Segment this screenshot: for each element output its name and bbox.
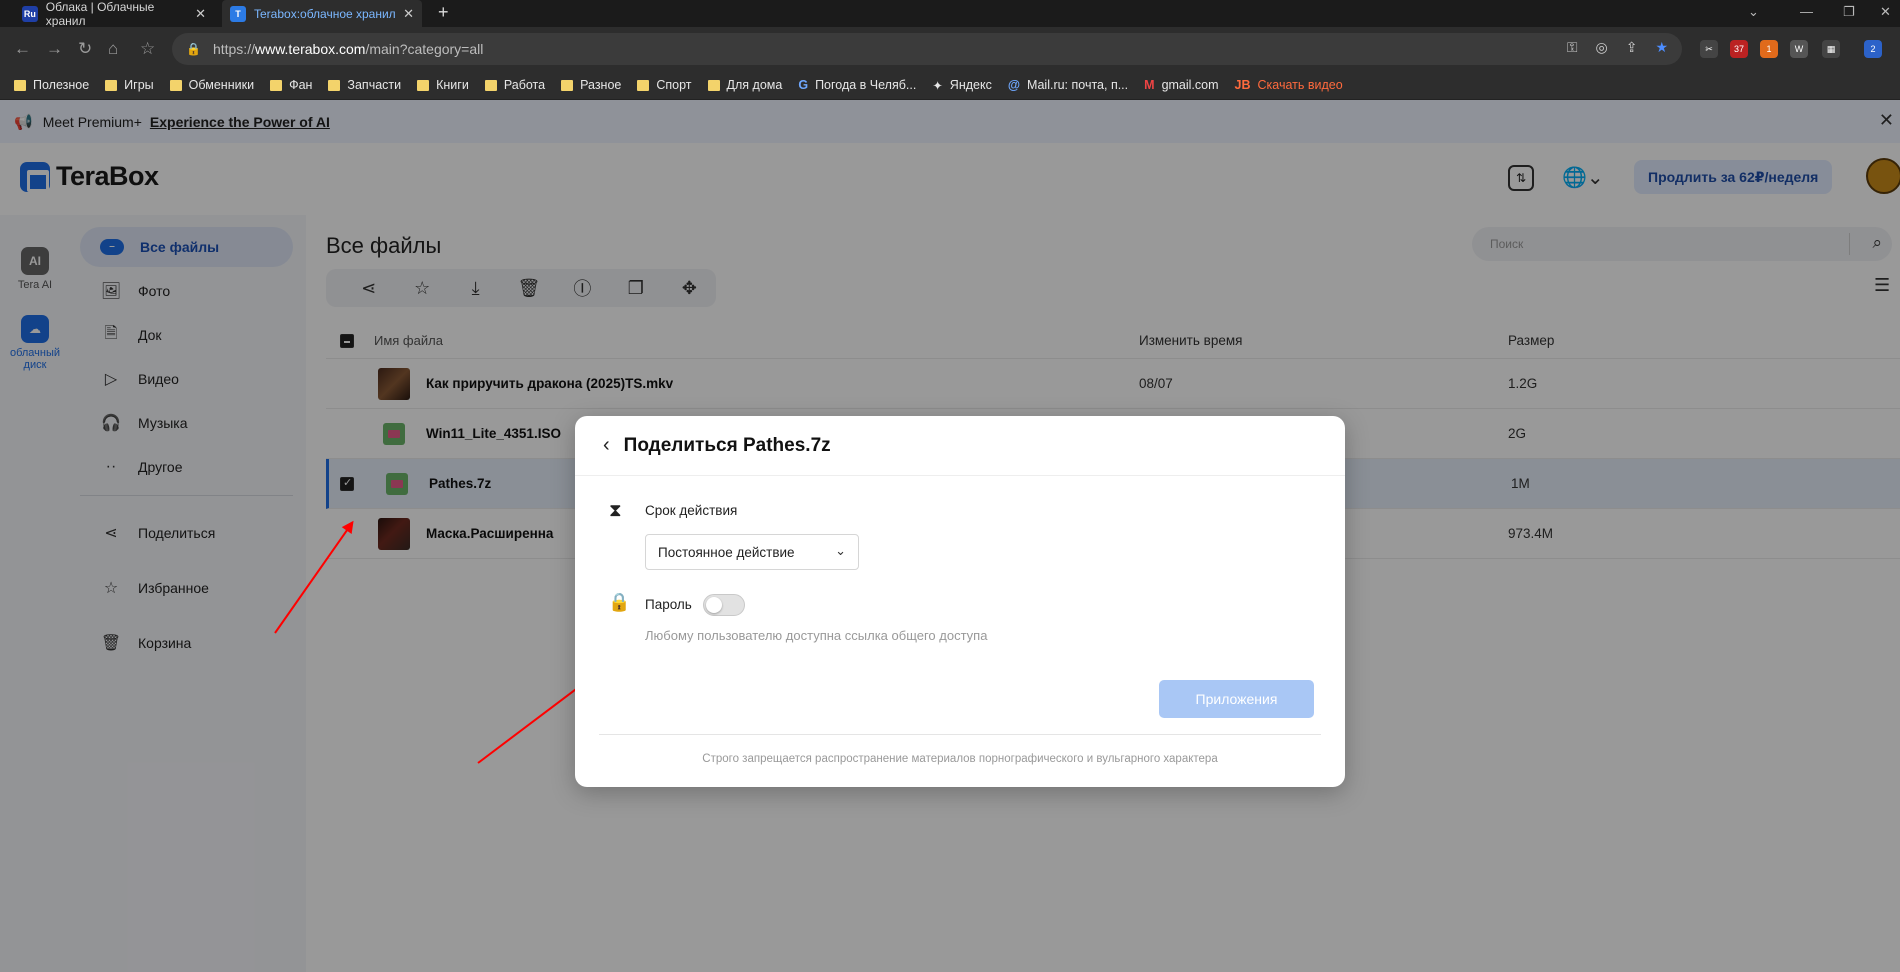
share-dialog: ‹ Поделиться Pathes.7z ⧗ Срок действия П… <box>575 416 1345 787</box>
extension-icon[interactable]: ✂ <box>1700 40 1718 58</box>
dialog-header: ‹ Поделиться Pathes.7z <box>575 416 1345 476</box>
toggle-knob <box>706 597 722 613</box>
url-path: /main?category=all <box>365 41 484 57</box>
tab-favicon: Ru <box>22 5 38 22</box>
password-toggle[interactable] <box>703 594 745 616</box>
back-icon[interactable]: ← <box>14 39 31 59</box>
tab-title: Облака | Облачные хранил <box>45 0 155 28</box>
bookmark-link[interactable]: JB Скачать видео <box>1235 78 1343 92</box>
bookmark-folder[interactable]: Обменники <box>169 78 254 92</box>
dialog-disclaimer: Строго запрещается распространение матер… <box>702 753 1218 765</box>
folder-icon <box>417 79 430 91</box>
tab-list-icon[interactable]: ⌄ <box>1748 4 1759 20</box>
bookmark-link[interactable]: Mgmail.com <box>1144 78 1218 92</box>
folder-icon <box>637 79 650 91</box>
jb-icon: JB <box>1234 78 1251 92</box>
tab-close-icon[interactable]: ✕ <box>403 6 414 22</box>
minimize-icon[interactable]: — <box>1800 4 1813 19</box>
folder-icon <box>14 79 26 91</box>
access-hint: Любому пользователю доступна ссылка обще… <box>645 628 988 643</box>
bookmark-folder[interactable]: Спорт <box>637 78 692 92</box>
g-icon: G <box>798 78 809 92</box>
bookmark-folder[interactable]: Фан <box>270 78 312 92</box>
tab-favicon: T <box>230 5 246 22</box>
gmail-icon: M <box>1144 78 1155 92</box>
reload-icon[interactable]: ↻ <box>78 39 92 59</box>
bookmark-folder[interactable]: Разное <box>561 78 621 92</box>
browser-tab-1[interactable]: Ru Облака | Облачные хранил ✕ <box>14 0 214 28</box>
lock-icon: 🔒 <box>186 42 201 56</box>
folder-icon <box>270 79 283 91</box>
bookmark-link[interactable]: @ Mail.ru: почта, п... <box>1008 78 1128 92</box>
folder-icon <box>484 79 497 91</box>
chevron-down-icon: ⌄ <box>835 543 846 558</box>
url-prefix: https:// <box>212 41 255 57</box>
lock-icon: 🔒 <box>608 592 631 612</box>
validity-value: Постоянное действие <box>658 544 795 560</box>
dialog-divider <box>599 734 1321 735</box>
mail-at-icon: @ <box>1007 78 1021 92</box>
bookmark-folder[interactable]: Книги <box>417 78 469 92</box>
tracking-icon[interactable]: ◎ <box>1595 39 1607 56</box>
bookmark-link[interactable]: G Погода в Челяб... <box>798 78 916 92</box>
url-field[interactable]: 🔒 https:// www.terabox.com /main?categor… <box>172 33 1682 65</box>
bookmark-folder[interactable]: Запчасти <box>328 78 401 92</box>
tab-close-icon[interactable]: ✕ <box>195 6 206 22</box>
bookmarks-bar: Полезное Игры Обменники Фан Запчасти Кни… <box>0 71 1900 100</box>
close-window-icon[interactable]: ✕ <box>1880 4 1891 20</box>
yandex-icon: ✦ <box>932 78 943 93</box>
key-icon[interactable]: ⚿ <box>1567 39 1578 56</box>
tab-title: Terabox:облачное хранил <box>254 6 396 21</box>
bookmark-folder[interactable]: Полезное <box>14 78 89 92</box>
extensions-puzzle-icon[interactable]: ▦ <box>1822 40 1840 58</box>
validity-select[interactable]: Постоянное действие ⌄ <box>645 534 859 570</box>
browser-tab-2[interactable]: T Terabox:облачное хранил ✕ <box>222 0 422 27</box>
bookmark-folder[interactable]: Игры <box>105 78 154 92</box>
bookmarked-star-icon[interactable]: ★ <box>1655 39 1668 56</box>
bookmark-star-icon[interactable]: ☆ <box>140 39 155 59</box>
w-extension-icon[interactable]: W <box>1790 40 1808 58</box>
address-bar-row: ← → ↻ ⌂ ☆ 🔒 https:// www.terabox.com /ma… <box>0 27 1900 71</box>
apply-button[interactable]: Приложения <box>1159 680 1314 718</box>
dialog-title: Поделиться Pathes.7z <box>623 434 831 456</box>
password-label: Пароль <box>645 597 692 612</box>
url-host: www.terabox.com <box>254 41 366 57</box>
validity-label: Срок действия <box>645 503 738 518</box>
extension-badge-icon[interactable]: 1 <box>1760 40 1778 58</box>
browser-tab-bar: Ru Облака | Облачные хранил ✕ T Terabox:… <box>0 0 1900 28</box>
folder-icon <box>707 79 720 91</box>
bookmark-folder[interactable]: Работа <box>484 78 545 92</box>
folder-icon <box>169 79 182 91</box>
new-tab-icon[interactable]: + <box>438 2 449 23</box>
restore-icon[interactable]: ❐ <box>1843 4 1855 20</box>
bookmark-link[interactable]: ✦ Яндекс <box>932 78 992 93</box>
forward-icon[interactable]: → <box>46 39 63 59</box>
ublock-icon[interactable]: 37 <box>1730 40 1748 58</box>
hourglass-icon: ⧗ <box>609 500 622 520</box>
downloads-icon[interactable]: 2 <box>1864 40 1882 58</box>
folder-icon <box>105 79 118 91</box>
folder-icon <box>561 79 574 91</box>
chevron-left-icon[interactable]: ‹ <box>603 434 610 457</box>
bookmark-folder[interactable]: Для дома <box>707 78 782 92</box>
home-icon[interactable]: ⌂ <box>108 39 118 59</box>
folder-icon <box>328 79 341 91</box>
share-page-icon[interactable]: ⇪ <box>1626 39 1638 56</box>
